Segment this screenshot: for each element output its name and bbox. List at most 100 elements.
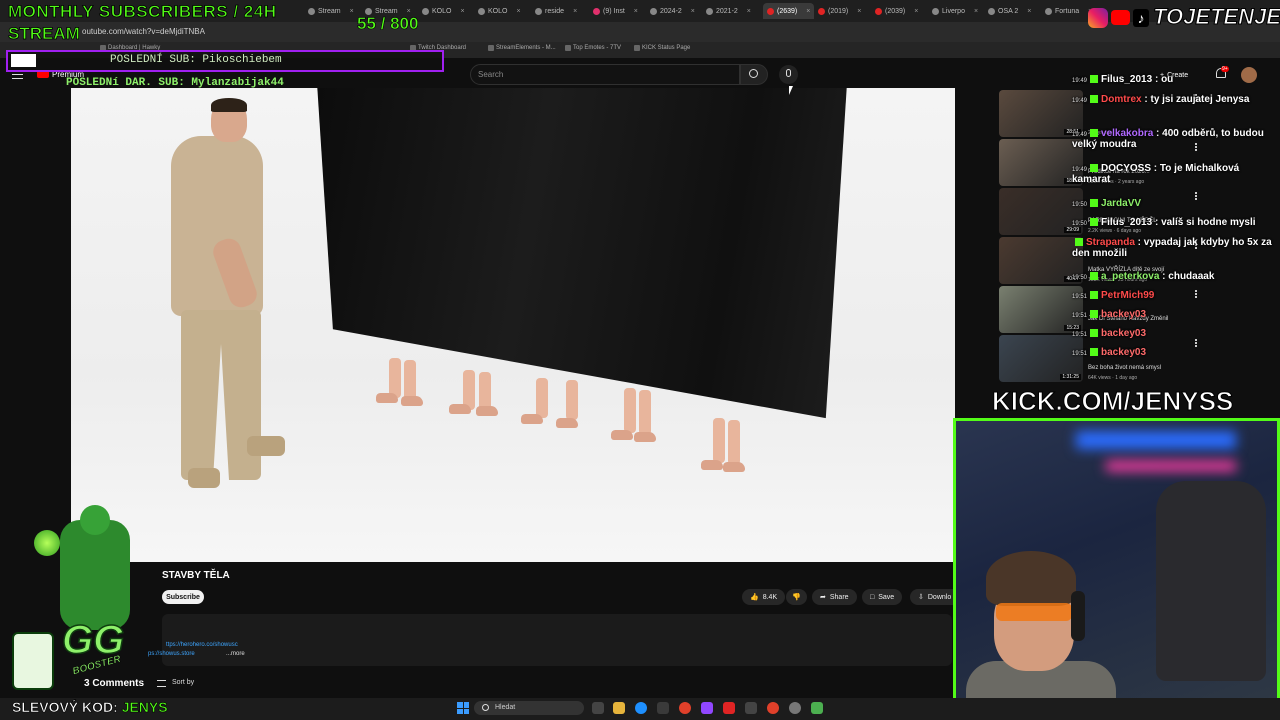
browser-tab[interactable]: reside × <box>535 3 577 19</box>
close-tab-icon[interactable]: × <box>914 8 918 15</box>
subscriber-counter: 55 / 800 <box>357 14 419 34</box>
video-title: STAVBY TĚLA <box>162 570 230 581</box>
browser-tab[interactable]: 2024-2 × <box>650 3 695 19</box>
chat-text: ty jsi zaujatej Jenysa <box>1150 94 1250 105</box>
browser-tab[interactable]: (2039) × <box>875 3 918 19</box>
search-icon <box>482 704 489 711</box>
close-tab-icon[interactable]: × <box>691 8 695 15</box>
recommendation-thumbnail[interactable]: 15:23 <box>999 286 1083 333</box>
browser-tab[interactable]: 2021-2 × <box>706 3 751 19</box>
recommendation-thumbnail[interactable]: 18:03 <box>999 139 1083 186</box>
chat-message: 19:49 velkakobra : 400 odběrů, to budou v… <box>1072 128 1272 150</box>
task-view-icon[interactable] <box>592 702 604 714</box>
close-tab-icon[interactable]: × <box>747 8 751 15</box>
like-button[interactable]: 👍 8.4K <box>742 589 786 605</box>
sort-icon[interactable] <box>157 680 166 687</box>
edge-icon[interactable] <box>635 702 647 714</box>
chat-username: Filus_2013 <box>1101 74 1153 85</box>
gaming-chair <box>1156 481 1266 681</box>
foot <box>723 462 745 472</box>
leg <box>624 388 636 433</box>
chat-text: chudaaak <box>1168 271 1215 282</box>
close-tab-icon[interactable]: × <box>460 8 464 15</box>
store-icon[interactable] <box>657 702 669 714</box>
kick-badge-icon <box>1090 95 1099 104</box>
subscribe-button[interactable]: Subscribe <box>162 590 204 604</box>
bookmark-icon <box>634 45 640 51</box>
download-button[interactable]: ⇩ Downlo <box>910 589 960 605</box>
notepad-icon[interactable] <box>811 702 823 714</box>
obs-icon[interactable] <box>789 702 801 714</box>
browser-tab[interactable]: KOLO × <box>478 3 521 19</box>
browser-tab[interactable]: OSA 2 × <box>988 3 1031 19</box>
browser-tab[interactable]: (9) Inst × <box>593 3 638 19</box>
stream-label: STREAM <box>8 24 81 44</box>
browser-tab[interactable]: Liverpo × <box>932 3 978 19</box>
twitch-icon[interactable] <box>701 702 713 714</box>
app-icon[interactable] <box>745 702 757 714</box>
close-tab-icon[interactable]: × <box>806 8 810 15</box>
tab-favicon-icon <box>422 7 429 15</box>
search-input[interactable] <box>470 64 740 85</box>
avatar[interactable] <box>1241 67 1257 83</box>
download-label: Downlo <box>927 593 952 601</box>
windows-start-icon[interactable] <box>457 702 469 714</box>
browser-tab[interactable]: KOLO × <box>422 3 465 19</box>
chat-message: 19:49 Filus_2013 : ou <box>1072 74 1173 85</box>
close-tab-icon[interactable]: × <box>634 8 638 15</box>
taskbar-search[interactable] <box>474 701 584 715</box>
close-tab-icon[interactable]: × <box>1027 8 1031 15</box>
chrome-icon[interactable] <box>767 702 779 714</box>
close-tab-icon[interactable]: × <box>573 8 577 15</box>
share-button[interactable]: ➦ Share <box>812 589 857 605</box>
recommendation-thumbnail[interactable]: 29:09 <box>999 188 1083 235</box>
dislike-button[interactable]: 👎 <box>786 589 807 605</box>
mouse-cursor <box>789 86 793 95</box>
close-tab-icon[interactable]: × <box>857 8 861 15</box>
show-more-link[interactable]: ...more <box>226 651 245 657</box>
kick-url: KICK.COM/JENYSS <box>991 386 1234 417</box>
chat-timestamp: 19:51 <box>1072 332 1088 338</box>
recommendation-title[interactable]: Bez boha život nemá smysl <box>1088 365 1161 371</box>
close-tab-icon[interactable]: × <box>974 8 978 15</box>
description-link[interactable]: ttps://herohero.co/showusc <box>166 642 238 648</box>
browser-tab[interactable]: Stream × <box>308 3 354 19</box>
bookmark-label: KICK Status Page <box>642 45 691 51</box>
bookmark-streamelements[interactable]: StreamElements - M... <box>488 45 556 51</box>
tab-label: 2024-2 <box>660 7 682 15</box>
bookmark-icon <box>565 45 571 51</box>
tab-favicon-icon <box>818 7 825 15</box>
bookmark-kick-status[interactable]: KICK Status Page <box>634 45 690 51</box>
save-button[interactable]: □ Save <box>862 589 903 605</box>
tab-label: OSA 2 <box>998 7 1019 15</box>
file-explorer-icon[interactable] <box>613 702 625 714</box>
chat-timestamp: 19:49 <box>1072 98 1088 104</box>
close-tab-icon[interactable]: × <box>350 8 354 15</box>
recommendation-thumbnail[interactable]: 40:17 <box>999 237 1083 284</box>
mascot-orb <box>34 530 60 556</box>
foot <box>611 430 633 440</box>
browser-tab[interactable]: (2639) × <box>763 3 815 19</box>
more-options-icon[interactable] <box>1195 339 1197 347</box>
recommendation-thumbnail[interactable]: 1:31:25 <box>999 335 1083 382</box>
browser-tab[interactable]: Fortuna× <box>1045 3 1092 19</box>
url-text[interactable]: outube.com/watch?v=deMjdiTNBA <box>82 27 205 36</box>
chat-timestamp: 19:50 <box>1072 275 1088 281</box>
chrome-icon[interactable] <box>679 702 691 714</box>
kick-badge-icon <box>1090 291 1099 300</box>
foot <box>701 460 723 470</box>
browser-tab[interactable]: (2019) × <box>818 3 861 19</box>
close-tab-icon[interactable]: × <box>516 8 520 15</box>
more-options-icon[interactable] <box>1195 192 1197 200</box>
sort-by-button[interactable]: Sort by <box>172 679 194 686</box>
bookmark-top-emotes[interactable]: Top Emotes - 7TV <box>565 45 621 51</box>
video-player[interactable] <box>71 88 955 562</box>
more-options-icon[interactable] <box>1195 290 1197 298</box>
foot <box>521 414 543 424</box>
chat-username: backey03 <box>1101 309 1147 320</box>
leg <box>536 378 548 418</box>
chat-separator: : <box>1153 128 1163 139</box>
app-icon[interactable] <box>723 702 735 714</box>
description-box[interactable] <box>162 614 952 666</box>
recommendation-thumbnail[interactable]: 28:51 <box>999 90 1083 137</box>
